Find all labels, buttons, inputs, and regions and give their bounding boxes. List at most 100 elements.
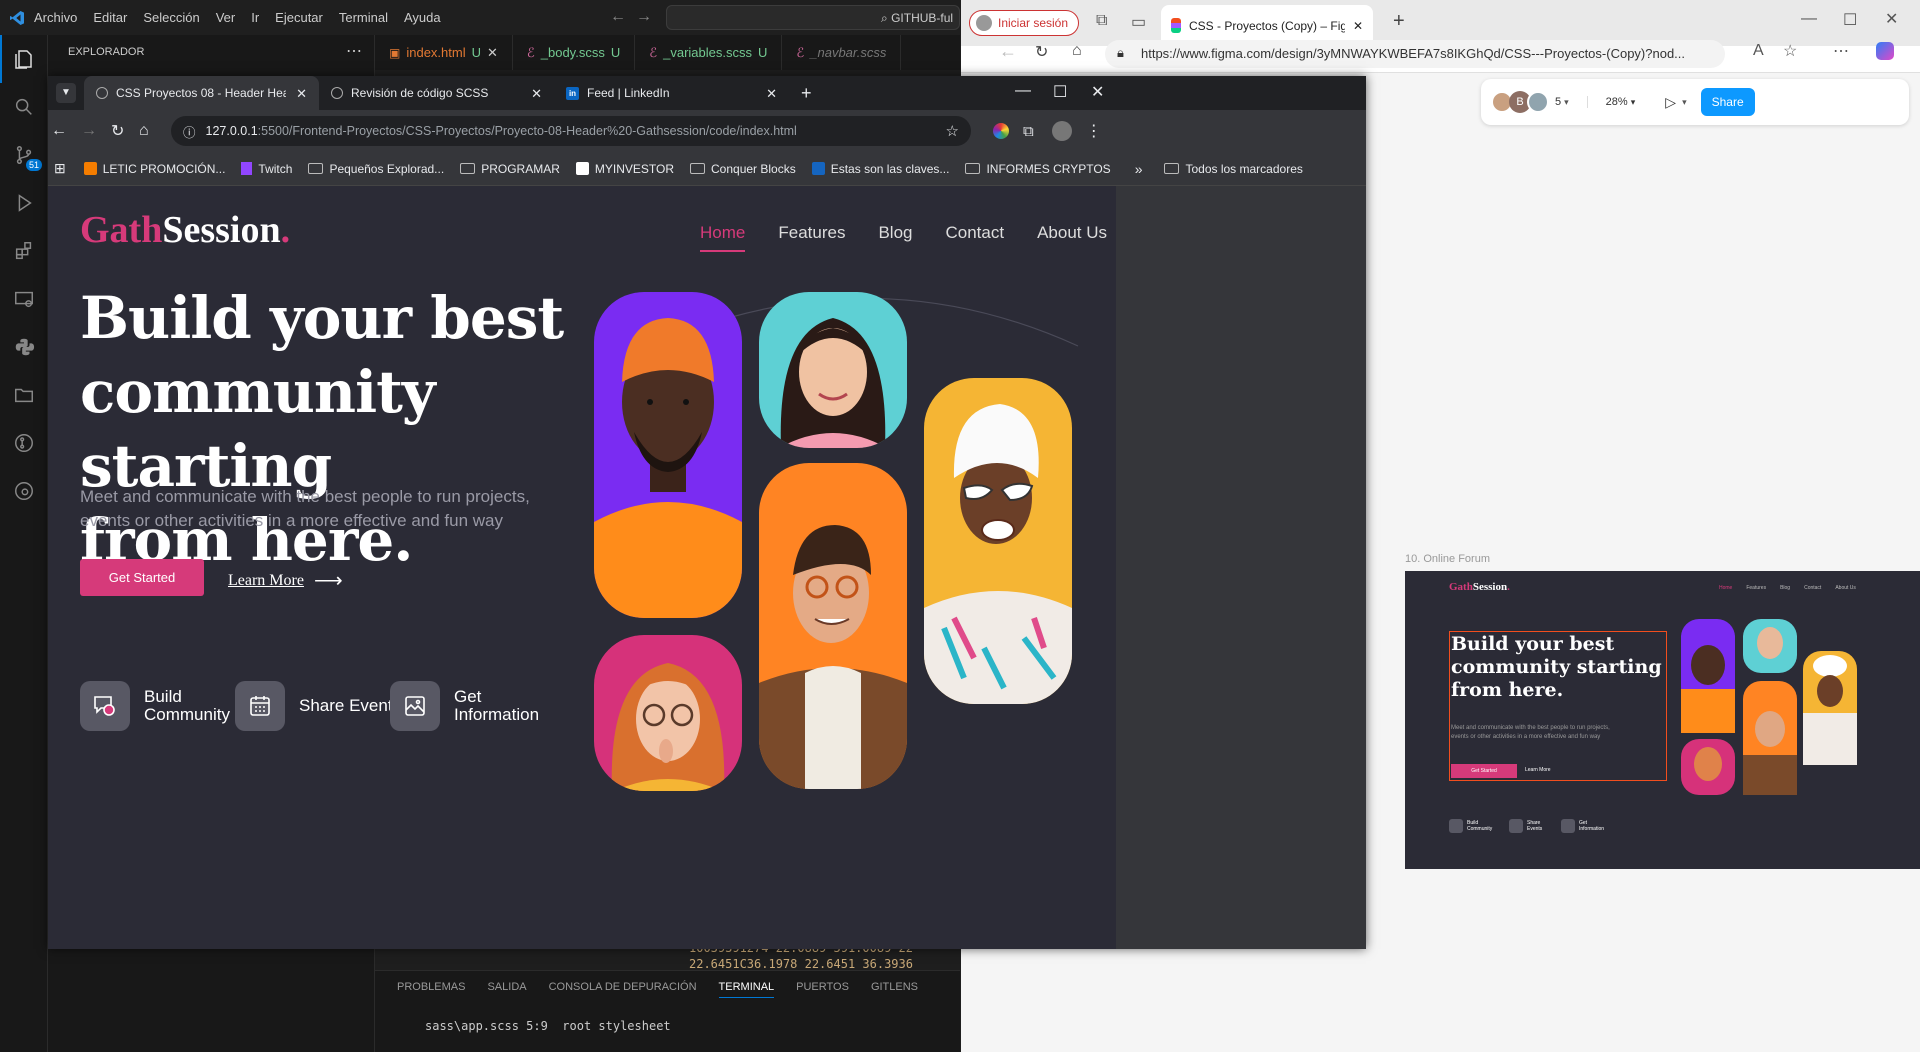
chevron-down-icon[interactable]: ▾ bbox=[1682, 97, 1687, 108]
edge-url-field[interactable]: 🔒︎ https://www.figma.com/design/3yMNWAYK… bbox=[1105, 40, 1725, 68]
zoom-control[interactable]: 28% ▾ bbox=[1586, 96, 1635, 108]
reload-icon[interactable]: ↻ bbox=[1035, 42, 1048, 62]
more-icon[interactable]: ⋯ bbox=[1833, 41, 1849, 61]
get-started-button[interactable]: Get Started bbox=[80, 559, 204, 596]
copilot-icon[interactable] bbox=[1876, 42, 1894, 60]
nav-home[interactable]: Home bbox=[700, 223, 746, 252]
maximize-icon[interactable]: ☐ bbox=[1053, 82, 1067, 102]
minimize-icon[interactable]: — bbox=[1801, 10, 1817, 28]
bookmark[interactable]: Estas son las claves... bbox=[811, 162, 949, 176]
panel-tab-problemas[interactable]: PROBLEMAS bbox=[397, 981, 465, 998]
menu-ver[interactable]: Ver bbox=[216, 10, 236, 25]
nav-features[interactable]: Features bbox=[778, 223, 845, 252]
mini-nav-blog: Blog bbox=[1780, 585, 1791, 591]
remote-explorer-icon[interactable] bbox=[0, 275, 48, 323]
present-icon[interactable]: ▷ bbox=[1665, 94, 1676, 111]
chrome-tab-linkedin[interactable]: in Feed | LinkedIn ✕ bbox=[554, 76, 789, 110]
panel-tab-terminal[interactable]: TERMINAL bbox=[718, 981, 775, 998]
close-window-icon[interactable]: ✕ bbox=[1885, 9, 1898, 29]
bookmark[interactable]: LETIC PROMOCIÓN... bbox=[83, 162, 225, 176]
menu-ejecutar[interactable]: Ejecutar bbox=[275, 10, 323, 25]
close-icon[interactable]: ✕ bbox=[1353, 19, 1363, 33]
chrome-menu-icon[interactable]: ⋮ bbox=[1086, 121, 1102, 141]
chevron-down-icon[interactable]: ▾ bbox=[1564, 97, 1569, 108]
menu-ayuda[interactable]: Ayuda bbox=[404, 10, 441, 25]
bookmark-folder[interactable]: PROGRAMAR bbox=[460, 162, 560, 176]
minimize-icon[interactable]: — bbox=[1015, 82, 1031, 100]
maximize-icon[interactable]: ☐ bbox=[1843, 10, 1857, 30]
reload-icon[interactable]: ↻ bbox=[111, 121, 131, 141]
share-button[interactable]: Share bbox=[1700, 88, 1755, 116]
extensions-icon[interactable] bbox=[0, 227, 48, 275]
menu-editar[interactable]: Editar bbox=[93, 10, 127, 25]
new-tab-icon[interactable]: + bbox=[1393, 10, 1405, 33]
run-debug-icon[interactable] bbox=[0, 179, 48, 227]
read-aloud-icon[interactable]: A bbox=[1753, 42, 1764, 60]
source-control-icon[interactable]: 51 bbox=[0, 131, 48, 179]
extensions-puzzle-icon[interactable]: ⧉ bbox=[1023, 123, 1034, 140]
site-info-icon[interactable]: ⓘ bbox=[183, 122, 196, 141]
panel-tab-consola[interactable]: CONSOLA DE DEPURACIÓN bbox=[549, 981, 697, 998]
new-tab-icon[interactable]: + bbox=[801, 83, 812, 104]
close-icon[interactable]: ✕ bbox=[487, 45, 498, 61]
gitlens-icon[interactable] bbox=[0, 419, 48, 467]
search-icon[interactable] bbox=[0, 83, 48, 131]
menu-seleccion[interactable]: Selección bbox=[143, 10, 199, 25]
bookmark-star-icon[interactable]: ☆ bbox=[946, 122, 959, 140]
avatar[interactable] bbox=[1527, 91, 1549, 113]
bookmark[interactable]: MYINVESTOR bbox=[575, 162, 674, 176]
nav-back-icon[interactable]: ← bbox=[610, 8, 626, 26]
menu-archivo[interactable]: Archivo bbox=[34, 10, 77, 25]
chrome-tab-css-proyectos[interactable]: CSS Proyectos 08 - Header Hea ✕ bbox=[84, 76, 319, 110]
panel-tab-puertos[interactable]: PUERTOS bbox=[796, 981, 849, 998]
figma-frame-preview[interactable]: GathSession. Home Features Blog Contact … bbox=[1405, 571, 1920, 869]
gitlens-inspect-icon[interactable] bbox=[0, 467, 48, 515]
collections-icon[interactable]: ⧉ bbox=[1096, 12, 1107, 30]
color-extension-icon[interactable] bbox=[993, 123, 1009, 139]
panel-tab-salida[interactable]: SALIDA bbox=[487, 981, 526, 998]
bookmark-folder[interactable]: Pequeños Explorad... bbox=[308, 162, 444, 176]
close-icon[interactable]: ✕ bbox=[296, 86, 307, 102]
command-center-search[interactable]: ⌕ GITHUB-ful bbox=[666, 5, 960, 30]
close-window-icon[interactable]: ✕ bbox=[1091, 82, 1104, 102]
apps-grid-icon[interactable]: ⊞ bbox=[54, 160, 66, 177]
site-logo[interactable]: GathSession. bbox=[80, 208, 290, 252]
learn-more-link[interactable]: Learn More ⟶ bbox=[228, 568, 343, 593]
nav-forward-icon[interactable]: → bbox=[636, 8, 652, 26]
explorer-more-icon[interactable]: ⋯ bbox=[346, 41, 362, 61]
python-icon[interactable] bbox=[0, 323, 48, 371]
editor-tab-variables-scss[interactable]: ℰ _variables.scss U bbox=[635, 35, 783, 70]
close-icon[interactable]: ✕ bbox=[766, 86, 777, 102]
nav-blog[interactable]: Blog bbox=[878, 223, 912, 252]
chrome-url-field[interactable]: ⓘ 127.0.0.1:5500/Frontend-Proyectos/CSS-… bbox=[171, 116, 971, 146]
profile-avatar[interactable] bbox=[1051, 121, 1072, 141]
nav-about[interactable]: About Us bbox=[1037, 223, 1107, 252]
tab-search-button[interactable]: ▼ bbox=[48, 76, 84, 110]
avatar-count[interactable]: 5 bbox=[1555, 96, 1561, 108]
editor-tab-navbar-scss[interactable]: ℰ _navbar.scss bbox=[782, 35, 902, 70]
editor-tab-index-html[interactable]: ▣ index.html U ✕ bbox=[375, 35, 513, 70]
home-icon[interactable]: ⌂ bbox=[139, 122, 159, 140]
explorer-icon[interactable] bbox=[0, 35, 48, 83]
frame-label[interactable]: 10. Online Forum bbox=[1405, 553, 1490, 565]
bookmark-folder[interactable]: Conquer Blocks bbox=[690, 162, 796, 176]
back-icon[interactable]: ← bbox=[51, 122, 71, 140]
signin-button[interactable]: Iniciar sesión bbox=[969, 10, 1080, 36]
bookmark[interactable]: Twitch bbox=[241, 162, 292, 176]
nav-contact[interactable]: Contact bbox=[945, 223, 1004, 252]
close-icon[interactable]: ✕ bbox=[531, 86, 542, 102]
vertical-tabs-icon[interactable]: ▭ bbox=[1131, 12, 1146, 32]
all-bookmarks-folder[interactable]: Todos los marcadores bbox=[1164, 162, 1303, 176]
favorite-icon[interactable]: ☆ bbox=[1783, 41, 1797, 61]
bookmark-folder[interactable]: INFORMES CRYPTOS bbox=[965, 162, 1111, 176]
back-icon[interactable]: ← bbox=[999, 41, 1017, 62]
panel-tab-gitlens[interactable]: GITLENS bbox=[871, 981, 918, 998]
menu-terminal[interactable]: Terminal bbox=[339, 10, 388, 25]
folder-icon[interactable] bbox=[0, 371, 48, 419]
forward-icon[interactable]: → bbox=[81, 122, 101, 140]
menu-ir[interactable]: Ir bbox=[251, 10, 259, 25]
more-bookmarks-icon[interactable]: » bbox=[1135, 161, 1143, 177]
editor-tab-body-scss[interactable]: ℰ _body.scss U bbox=[513, 35, 636, 70]
chrome-tab-revision-scss[interactable]: Revisión de código SCSS ✕ bbox=[319, 76, 554, 110]
home-icon[interactable]: ⌂ bbox=[1072, 42, 1082, 60]
